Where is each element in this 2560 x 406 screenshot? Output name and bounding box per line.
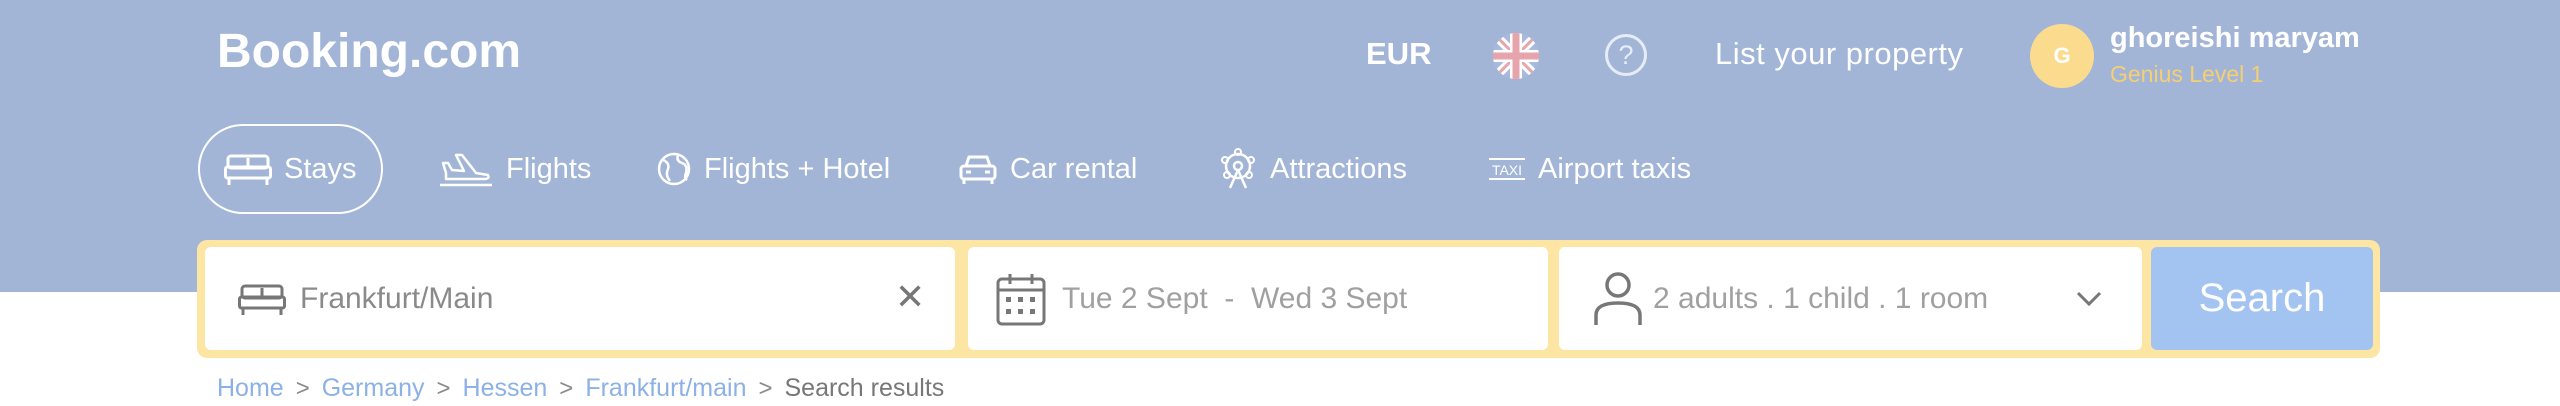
globe-icon (657, 152, 691, 186)
tab-stays[interactable]: Stays (198, 124, 383, 214)
chevron-right-icon: > (295, 374, 310, 402)
list-property-link[interactable]: List your property (1715, 36, 1964, 72)
booking-logo[interactable]: Booking.com (217, 24, 521, 79)
destination-field[interactable]: Frankfurt/Main ✕ (205, 247, 955, 350)
user-name[interactable]: ghoreishi maryam (2110, 22, 2360, 55)
tab-flights-hotel-label: Flights + Hotel (704, 152, 891, 185)
genius-level: Genius Level 1 (2110, 61, 2264, 87)
occupancy-value[interactable]: 2 adults . 1 child . 1 room (1653, 282, 1988, 316)
help-icon[interactable]: ? (1605, 34, 1647, 76)
currency-selector[interactable]: EUR (1366, 36, 1431, 72)
tab-airport-taxis-label: Airport taxis (1538, 152, 1692, 185)
taxi-icon: TAXI (1489, 158, 1525, 180)
bed-icon (238, 284, 286, 315)
date-field[interactable]: Tue 2 Sept - Wed 3 Sept (968, 247, 1548, 350)
tab-airport-taxis[interactable]: TAXI Airport taxis (1488, 124, 1691, 214)
date-range-value[interactable]: Tue 2 Sept - Wed 3 Sept (1062, 282, 1407, 316)
destination-value[interactable]: Frankfurt/Main (300, 282, 493, 316)
chevron-right-icon: > (436, 374, 451, 402)
chevron-right-icon: > (758, 374, 773, 402)
tab-flights-label: Flights (506, 152, 592, 185)
breadcrumb-hessen[interactable]: Hessen (463, 374, 548, 403)
car-icon (959, 155, 997, 184)
chevron-down-icon[interactable] (2076, 291, 2102, 307)
chevron-right-icon: > (559, 374, 574, 402)
breadcrumb-home[interactable]: Home (217, 374, 284, 403)
bed-icon (224, 154, 272, 185)
tab-attractions[interactable]: Attractions (1218, 124, 1407, 214)
breadcrumb: Home > Germany > Hessen > Frankfurt/main… (217, 374, 944, 403)
calendar-icon (996, 273, 1046, 325)
tab-car-rental[interactable]: Car rental (958, 124, 1137, 214)
tab-attractions-label: Attractions (1270, 152, 1407, 185)
search-button[interactable]: Search (2151, 247, 2373, 350)
taxi-icon-text: TAXI (1492, 162, 1522, 178)
tab-flights[interactable]: Flights (438, 124, 591, 214)
person-icon (1594, 271, 1642, 325)
tab-stays-label: Stays (284, 152, 357, 185)
breadcrumb-germany[interactable]: Germany (322, 374, 425, 403)
plane-icon (440, 153, 492, 187)
tab-car-rental-label: Car rental (1010, 152, 1138, 185)
ferris-wheel-icon (1221, 148, 1255, 189)
language-flag-icon[interactable] (1493, 33, 1539, 79)
breadcrumb-frankfurt[interactable]: Frankfurt/main (585, 374, 746, 403)
occupancy-field[interactable]: 2 adults . 1 child . 1 room (1559, 247, 2142, 350)
avatar[interactable]: G (2030, 24, 2094, 88)
tab-flights-hotel[interactable]: Flights + Hotel (656, 124, 890, 214)
search-bar: Frankfurt/Main ✕ Tue 2 Sept - Wed 3 Sept… (197, 240, 2380, 358)
clear-icon[interactable]: ✕ (895, 277, 925, 317)
breadcrumb-current: Search results (784, 374, 945, 402)
